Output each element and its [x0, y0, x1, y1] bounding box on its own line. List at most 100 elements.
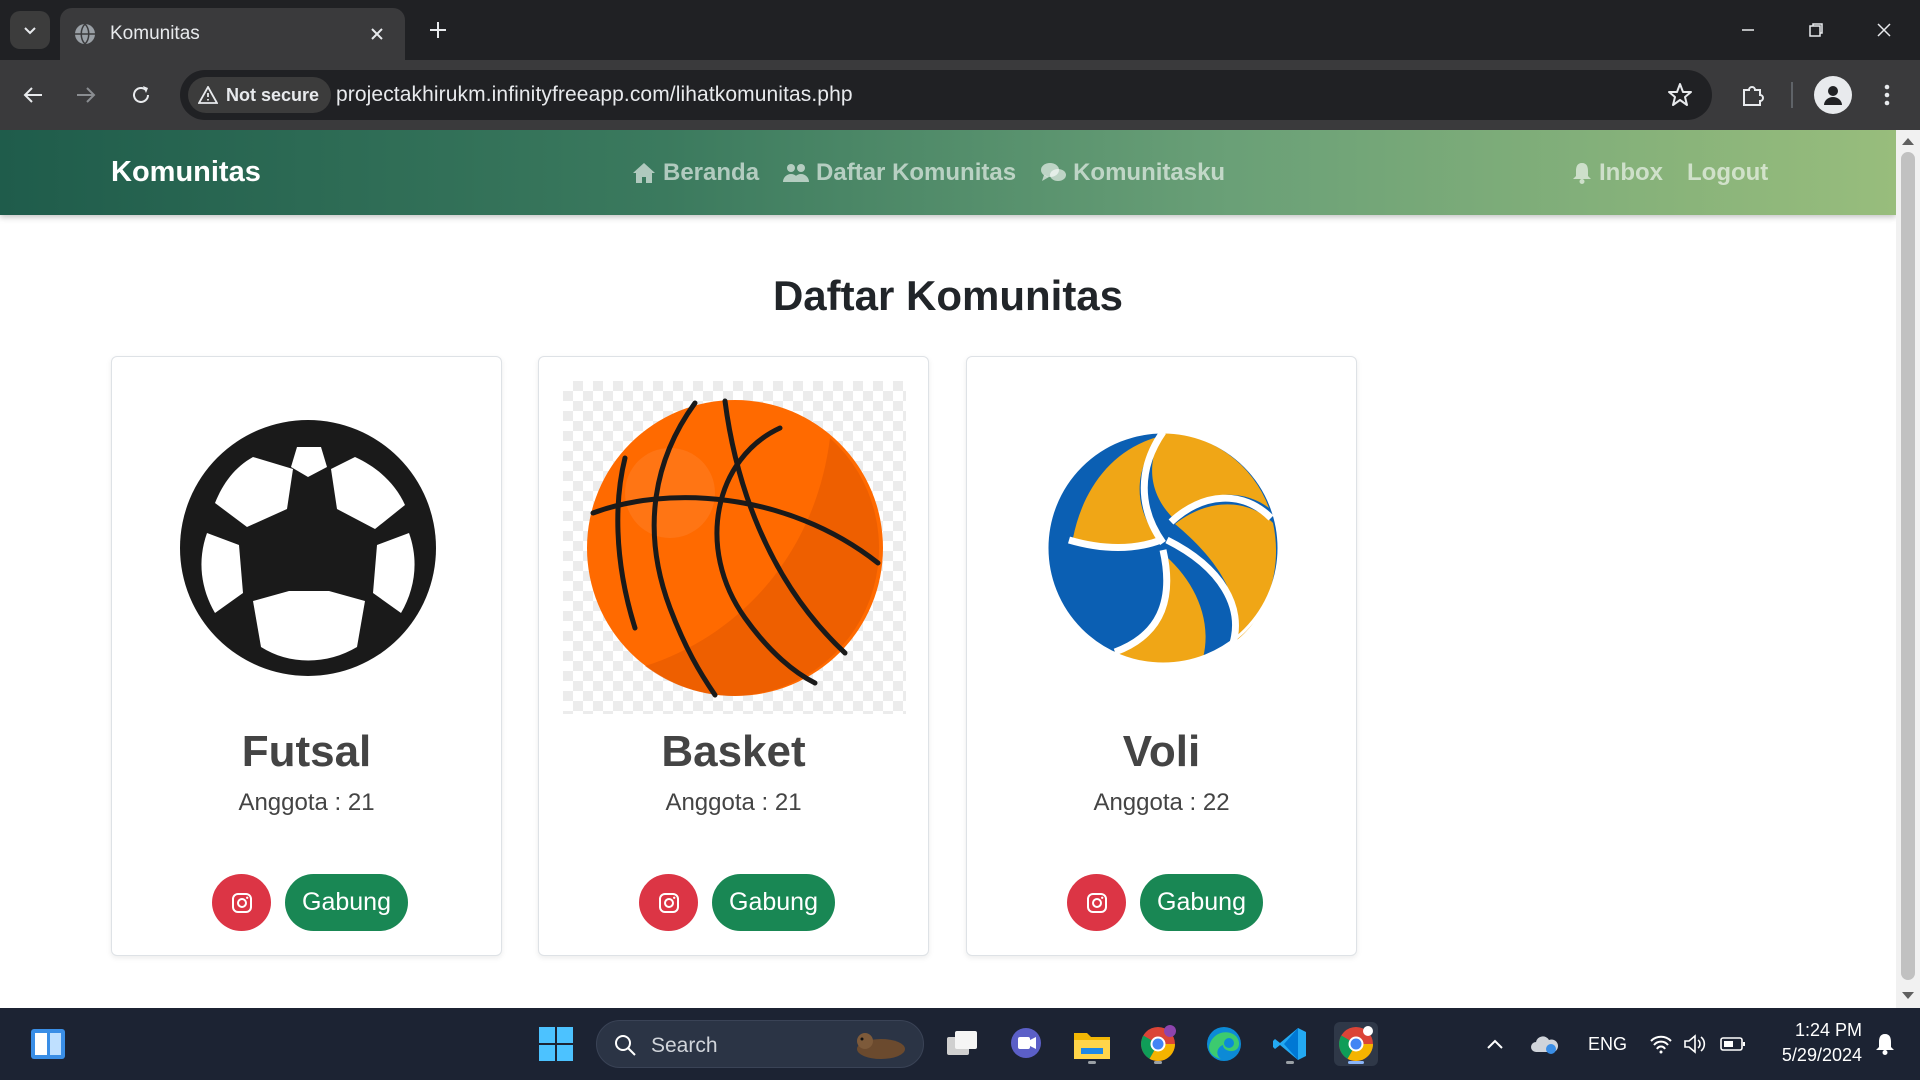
basketball-icon [586, 398, 883, 697]
home-icon [633, 163, 655, 183]
search-highlight-icon [857, 1033, 905, 1059]
nav-inbox-label: Inbox [1599, 159, 1663, 186]
language-indicator[interactable]: ENG [1588, 1034, 1627, 1055]
site-brand[interactable]: Komunitas [111, 156, 261, 189]
scroll-down-icon[interactable] [1902, 992, 1914, 999]
widgets-icon [31, 1029, 65, 1059]
file-explorer-button[interactable] [1070, 1022, 1114, 1066]
scroll-up-icon[interactable] [1902, 138, 1914, 145]
community-name: Voli [1122, 727, 1201, 776]
browser-menu-button[interactable] [1868, 76, 1906, 114]
show-hidden-icons-button[interactable] [1480, 1022, 1510, 1066]
community-card: Futsal Anggota : 21 Gabung [111, 356, 502, 956]
nav-komunitasku-label: Komunitasku [1073, 159, 1226, 186]
address-bar[interactable]: Not secure projectakhirukm.infinityfreea… [180, 70, 1712, 120]
chrome-button-active[interactable] [1334, 1022, 1378, 1066]
join-button[interactable]: Gabung [712, 874, 835, 931]
chrome-profile-button[interactable] [1136, 1022, 1180, 1066]
more-vertical-icon [1884, 84, 1890, 106]
community-name: Futsal [241, 727, 372, 776]
nav-logout[interactable]: Logout [1687, 159, 1768, 187]
restore-icon [1809, 23, 1823, 37]
person-icon [1824, 86, 1842, 105]
instagram-button[interactable] [639, 874, 698, 931]
windows-taskbar: Search ENG 1:24 PM 5/29/2024 [0, 1008, 1920, 1080]
chevron-down-icon [24, 27, 36, 35]
puzzle-icon [1743, 86, 1764, 106]
instagram-icon [658, 892, 679, 913]
globe-icon [75, 23, 95, 45]
running-indicator [1286, 1061, 1294, 1064]
notifications-button[interactable] [1870, 1022, 1900, 1066]
nav-komunitasku[interactable]: Komunitasku [1040, 159, 1225, 187]
instagram-icon [231, 892, 252, 913]
edge-button[interactable] [1202, 1022, 1246, 1066]
start-button[interactable] [534, 1022, 578, 1066]
join-button[interactable]: Gabung [1140, 874, 1263, 931]
bookmark-star-icon[interactable] [1666, 81, 1694, 109]
task-view-button[interactable] [940, 1022, 984, 1066]
battery-icon[interactable] [1718, 1022, 1748, 1066]
new-tab-button[interactable] [422, 14, 454, 46]
edge-icon [1207, 1027, 1241, 1061]
page-title: Daftar Komunitas [772, 272, 1124, 319]
vscode-button[interactable] [1268, 1022, 1312, 1066]
security-indicator[interactable]: Not secure [188, 77, 332, 113]
tab-title: Komunitas [110, 23, 200, 44]
nav-daftar-komunitas[interactable]: Daftar Komunitas [783, 159, 1016, 187]
folder-icon [1074, 1033, 1110, 1059]
widgets-button[interactable] [26, 1022, 70, 1066]
chrome-icon [1339, 1026, 1373, 1061]
scroll-thumb[interactable] [1901, 152, 1915, 980]
community-name: Basket [661, 727, 806, 776]
close-icon [1877, 23, 1891, 37]
wifi-icon[interactable] [1646, 1022, 1676, 1066]
community-image [991, 381, 1334, 714]
task-view-icon [947, 1031, 977, 1055]
url-text[interactable]: projectakhirukm.infinityfreeapp.com/liha… [336, 83, 853, 107]
community-card: Basket Anggota : 21 Gabung [538, 356, 929, 956]
instagram-icon [1086, 892, 1107, 913]
join-button[interactable]: Gabung [285, 874, 408, 931]
close-tab-icon[interactable] [363, 20, 391, 48]
forward-button[interactable] [65, 74, 107, 116]
user-nav: Inbox Logout [1572, 159, 1792, 187]
main-nav: Beranda Daftar Komunitas Komunitasku [632, 159, 1249, 187]
search-icon [615, 1035, 636, 1056]
back-button[interactable] [12, 74, 54, 116]
search-placeholder: Search [651, 1034, 718, 1057]
restore-button[interactable] [1794, 10, 1838, 50]
bell-icon [1573, 163, 1591, 184]
users-icon [783, 164, 810, 182]
taskbar-search[interactable]: Search [596, 1020, 924, 1068]
page-scrollbar[interactable] [1896, 130, 1920, 1008]
volume-icon[interactable] [1680, 1022, 1710, 1066]
instagram-button[interactable] [212, 874, 271, 931]
minimize-icon [1742, 29, 1754, 31]
extensions-button[interactable] [1734, 76, 1772, 114]
nav-beranda[interactable]: Beranda [632, 159, 759, 187]
community-card: Voli Anggota : 22 Gabung [966, 356, 1357, 956]
onedrive-icon[interactable] [1526, 1022, 1562, 1066]
tab-search-button[interactable] [10, 11, 50, 49]
arrow-left-icon [23, 87, 42, 103]
bell-icon [1876, 1034, 1894, 1055]
minimize-button[interactable] [1726, 10, 1770, 50]
clock-date: 5/29/2024 [1781, 1045, 1862, 1065]
site-navbar: Komunitas Beranda Daftar Komunitas Komun… [0, 130, 1896, 215]
reload-button[interactable] [120, 74, 162, 116]
browser-toolbar: Not secure projectakhirukm.infinityfreea… [0, 60, 1920, 130]
web-page: Komunitas Beranda Daftar Komunitas Komun… [0, 130, 1896, 1008]
teams-chat-button[interactable] [1004, 1022, 1048, 1066]
close-window-button[interactable] [1862, 10, 1906, 50]
chevron-up-icon [1487, 1039, 1503, 1049]
running-indicator [1154, 1061, 1162, 1064]
browser-tab[interactable]: Komunitas [60, 8, 405, 60]
nav-inbox[interactable]: Inbox [1572, 159, 1663, 187]
soccer-ball-icon [179, 419, 436, 676]
profile-avatar[interactable] [1814, 76, 1852, 114]
instagram-button[interactable] [1067, 874, 1126, 931]
clock[interactable]: 1:24 PM 5/29/2024 [1766, 1020, 1862, 1066]
community-image [136, 381, 479, 714]
chat-icon [1041, 163, 1067, 181]
